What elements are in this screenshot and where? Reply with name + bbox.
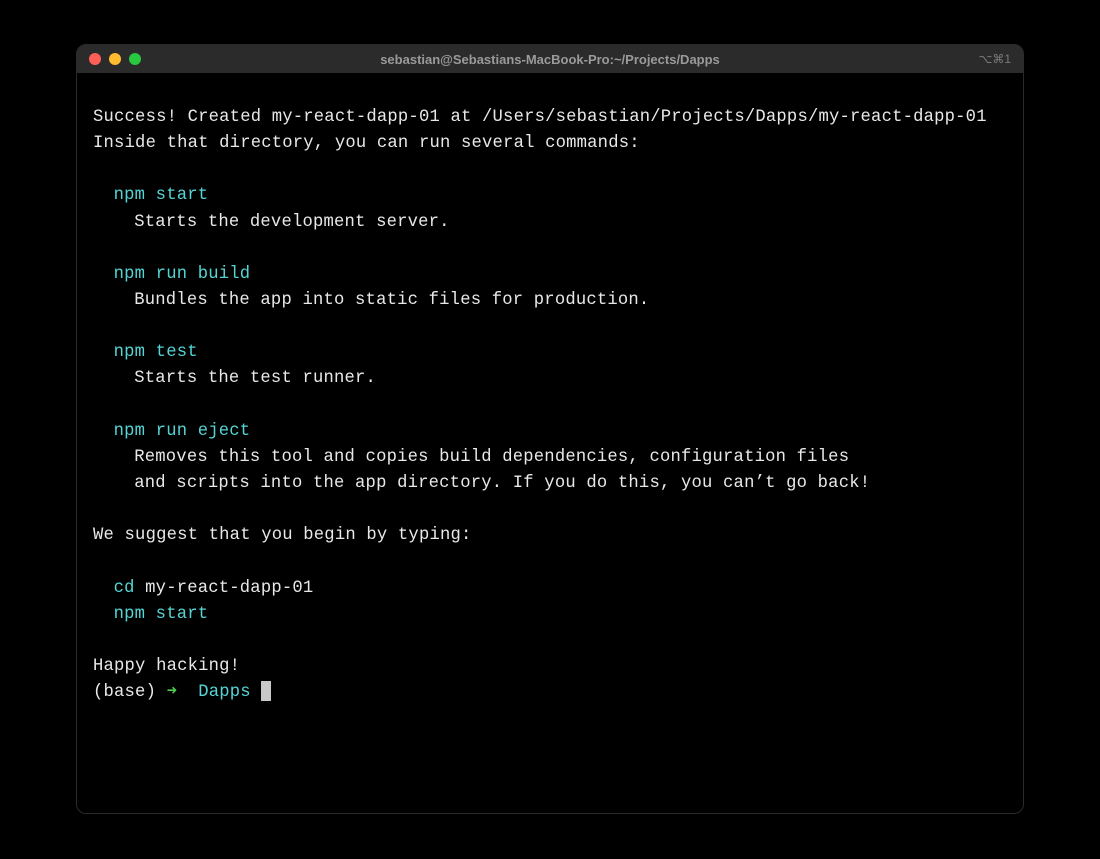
window-shortcut-indicator: ⌥⌘1 [978, 52, 1011, 66]
suggested-command: npm start [93, 602, 1007, 628]
terminal-output[interactable]: Success! Created my-react-dapp-01 at /Us… [77, 73, 1023, 813]
blank-line [93, 157, 1007, 183]
cd-arg: my-react-dapp-01 [135, 579, 314, 598]
minimize-icon[interactable] [109, 53, 121, 65]
suggested-command: cd my-react-dapp-01 [93, 576, 1007, 602]
blank-line [93, 628, 1007, 654]
output-line: Inside that directory, you can run sever… [93, 131, 1007, 157]
command-label: npm run eject [93, 419, 1007, 445]
output-line: We suggest that you begin by typing: [93, 523, 1007, 549]
cursor-icon [261, 681, 271, 701]
prompt-arrow-icon: ➜ [167, 683, 199, 702]
close-icon[interactable] [89, 53, 101, 65]
command-label: npm start [93, 183, 1007, 209]
blank-line [93, 549, 1007, 575]
blank-line [93, 314, 1007, 340]
terminal-window: sebastian@Sebastians-MacBook-Pro:~/Proje… [76, 44, 1024, 814]
command-description: Bundles the app into static files for pr… [93, 288, 1007, 314]
blank-line [93, 393, 1007, 419]
traffic-lights [89, 53, 141, 65]
command-description: Starts the development server. [93, 210, 1007, 236]
prompt-line[interactable]: (base) ➜ Dapps [93, 680, 1007, 706]
titlebar[interactable]: sebastian@Sebastians-MacBook-Pro:~/Proje… [77, 45, 1023, 73]
output-line: Happy hacking! [93, 654, 1007, 680]
maximize-icon[interactable] [129, 53, 141, 65]
prompt-cwd: Dapps [198, 683, 251, 702]
command-description: Removes this tool and copies build depen… [93, 445, 1007, 471]
window-title: sebastian@Sebastians-MacBook-Pro:~/Proje… [380, 52, 720, 67]
blank-line [93, 497, 1007, 523]
command-label: npm test [93, 340, 1007, 366]
command-label: npm run build [93, 262, 1007, 288]
cd-command: cd [114, 579, 135, 598]
command-description: and scripts into the app directory. If y… [93, 471, 1007, 497]
output-line: Success! Created my-react-dapp-01 at /Us… [93, 105, 1007, 131]
prompt-env: (base) [93, 683, 167, 702]
blank-line [93, 236, 1007, 262]
command-description: Starts the test runner. [93, 366, 1007, 392]
